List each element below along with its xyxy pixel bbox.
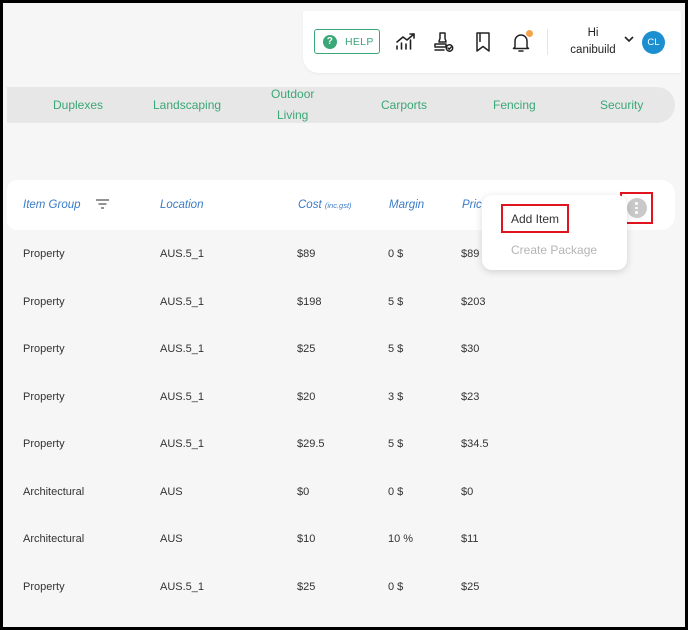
column-cost-note: (inc.gst): [324, 201, 352, 210]
category-duplexes[interactable]: Duplexes: [53, 95, 103, 116]
cell-item-group: Property: [23, 295, 65, 308]
cell-item-group: Property: [23, 438, 65, 450]
cell-cost: $29.5: [297, 438, 325, 450]
cell-margin: 5 $: [388, 438, 404, 450]
top-header: ? HELP Hi canibuild CL: [303, 11, 681, 73]
actions-menu: Add Item Create Package: [482, 195, 627, 270]
cell-item-group: Property: [23, 580, 65, 593]
cell-location: AUS.5_1: [160, 438, 205, 450]
cell-margin: 0 $: [388, 485, 404, 498]
chart-icon[interactable]: [393, 28, 419, 56]
user-greeting[interactable]: Hi canibuild: [567, 25, 619, 59]
cell-margin: 5 $: [388, 295, 404, 308]
cell-cost: $20: [297, 390, 316, 403]
column-cost[interactable]: Cost (inc.gst): [298, 199, 352, 211]
column-item-group[interactable]: Item Group: [23, 199, 81, 211]
cell-location: AUS.5_1: [160, 390, 205, 403]
category-outdoor-living[interactable]: Outdoor Living: [271, 84, 314, 126]
chevron-down-icon[interactable]: [623, 33, 635, 45]
cell-price: $89: [461, 248, 480, 260]
cell-cost: $0: [297, 485, 310, 498]
bell-icon[interactable]: [508, 28, 534, 56]
header-divider: [547, 29, 548, 55]
add-item-menu-item[interactable]: Add Item: [501, 204, 569, 233]
greeting-username: canibuild: [570, 44, 616, 56]
cell-margin: 0 $: [388, 580, 404, 593]
category-carports[interactable]: Carports: [381, 95, 427, 116]
create-package-menu-item[interactable]: Create Package: [511, 243, 597, 257]
help-button[interactable]: ? HELP: [314, 29, 380, 54]
table-row[interactable]: Property AUS.5_1 $25 0 $ $25: [3, 581, 685, 628]
category-landscaping[interactable]: Landscaping: [153, 95, 221, 116]
bookmark-icon[interactable]: [470, 28, 496, 56]
category-fencing[interactable]: Fencing: [493, 95, 536, 116]
cell-item-group: Architectural: [23, 485, 85, 498]
cell-margin: 10 %: [388, 533, 414, 545]
cell-margin: 0 $: [388, 248, 404, 260]
avatar[interactable]: CL: [642, 31, 665, 54]
cell-cost: $89: [297, 248, 316, 260]
column-cost-label: Cost: [298, 199, 322, 211]
help-label: HELP: [345, 35, 374, 48]
cell-price: $11: [461, 533, 479, 545]
app-frame: ? HELP Hi canibuild CL Duplexes Landscap…: [3, 3, 685, 627]
cell-price: $25: [461, 580, 480, 593]
notification-dot: [526, 30, 533, 37]
cell-price: $203: [461, 295, 486, 308]
column-location[interactable]: Location: [160, 199, 203, 211]
table-row[interactable]: Property AUS.5_1 $198 5 $ $203: [3, 296, 685, 343]
cell-location: AUS.5_1: [160, 295, 205, 308]
cell-location: AUS.5_1: [160, 343, 205, 355]
cell-location: AUS.5_1: [160, 248, 205, 260]
column-margin[interactable]: Margin: [389, 199, 424, 211]
cell-item-group: Property: [23, 390, 65, 403]
table-row[interactable]: Architectural AUS $10 10 % $11: [3, 533, 685, 580]
table-row[interactable]: Property AUS.5_1 $20 3 $ $23: [3, 391, 685, 438]
cell-price: $34.5: [461, 438, 489, 450]
greeting-hi: Hi: [587, 27, 599, 39]
cell-cost: $25: [297, 580, 316, 593]
cell-margin: 3 $: [388, 390, 404, 403]
cell-cost: $25: [297, 343, 316, 355]
cell-location: AUS: [160, 485, 183, 498]
cell-location: AUS.5_1: [160, 580, 205, 593]
filter-icon[interactable]: [96, 199, 109, 209]
category-security[interactable]: Security: [600, 95, 643, 116]
cell-price: $23: [461, 390, 480, 403]
cell-item-group: Architectural: [23, 533, 85, 545]
cell-cost: $198: [297, 295, 322, 308]
question-icon: ?: [323, 34, 337, 49]
cell-price: $30: [461, 343, 480, 355]
cell-price: $0: [461, 485, 474, 498]
category-nav: Duplexes Landscaping Outdoor Living Carp…: [7, 87, 675, 123]
cell-item-group: Property: [23, 343, 65, 355]
table-row[interactable]: Property AUS.5_1 $25 5 $ $30: [3, 343, 685, 390]
cell-location: AUS: [160, 533, 183, 545]
cell-item-group: Property: [23, 248, 65, 260]
column-price[interactable]: Pric: [462, 199, 482, 211]
table-row[interactable]: Property AUS.5_1 $29.5 5 $ $34.5: [3, 438, 685, 485]
stamp-icon[interactable]: [430, 28, 456, 56]
cell-margin: 5 $: [388, 343, 404, 355]
kebab-icon: [626, 198, 647, 218]
table-row[interactable]: Architectural AUS $0 0 $ $0: [3, 486, 685, 533]
cell-cost: $10: [297, 533, 316, 545]
